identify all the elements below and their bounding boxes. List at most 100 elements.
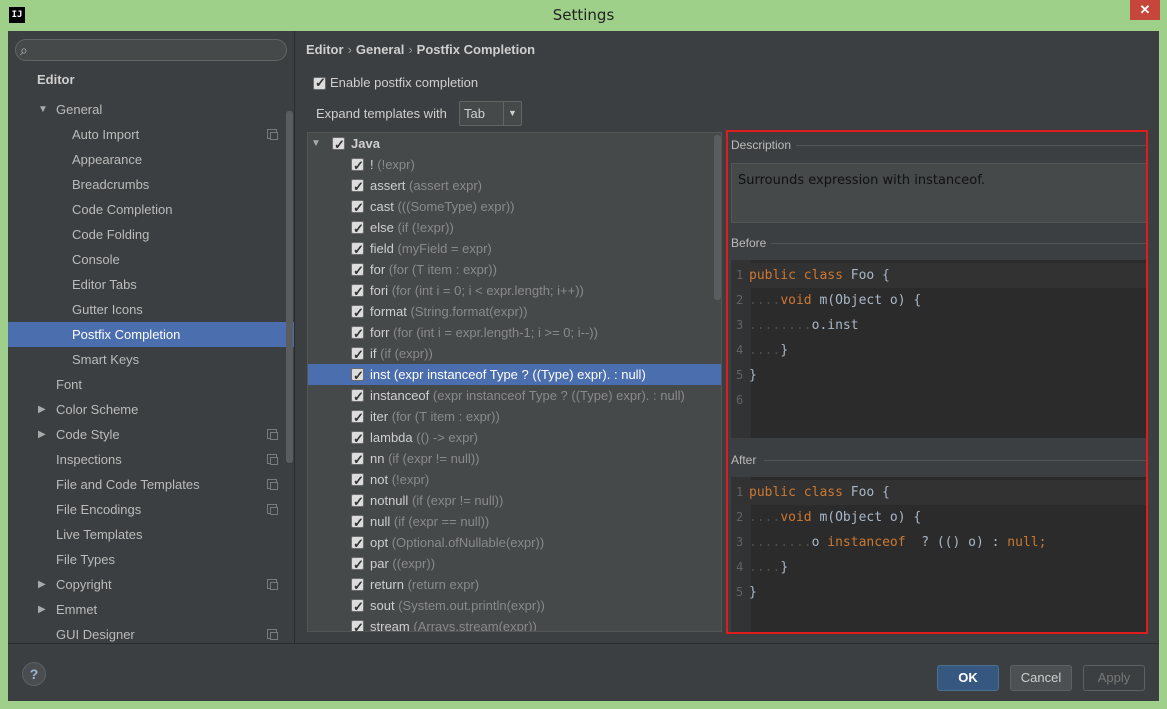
expand-key-select[interactable]: Tab ▼ [459, 101, 522, 126]
template-checkbox[interactable] [351, 281, 364, 302]
template-row[interactable]: fori (for (int i = 0; i < expr.length; i… [308, 280, 721, 302]
template-checkbox[interactable] [351, 386, 364, 407]
description-title: Description [731, 138, 792, 152]
chevron-right-icon[interactable]: ▶ [38, 597, 46, 622]
template-row[interactable]: assert (assert expr) [308, 175, 721, 197]
sidebar-item[interactable]: Auto Import [8, 122, 294, 147]
sidebar-item[interactable]: File Types [8, 547, 294, 572]
template-row[interactable]: notnull (if (expr != null)) [308, 490, 721, 512]
code-keyword: void [780, 293, 820, 308]
template-row[interactable]: iter (for (T item : expr)) [308, 406, 721, 428]
ok-button[interactable]: OK [937, 665, 999, 691]
sidebar-item[interactable]: Inspections [8, 447, 294, 472]
template-checkbox[interactable] [351, 260, 364, 281]
template-row[interactable]: else (if (!expr)) [308, 217, 721, 239]
template-row[interactable]: return (return expr) [308, 574, 721, 596]
sidebar-item[interactable]: ▶ Code Style [8, 422, 294, 447]
sidebar-item-label: Auto Import [72, 127, 140, 142]
sidebar-item[interactable]: ▶ Color Scheme [8, 397, 294, 422]
template-row[interactable]: cast (((SomeType) expr)) [308, 196, 721, 218]
chevron-down-icon[interactable]: ▼ [503, 102, 521, 125]
help-button[interactable]: ? [22, 662, 46, 686]
template-row[interactable]: format (String.format(expr)) [308, 301, 721, 323]
template-checkbox[interactable] [351, 197, 364, 218]
template-row[interactable]: inst (expr instanceof Type ? ((Type) exp… [308, 364, 721, 386]
cancel-button[interactable]: Cancel [1010, 665, 1072, 691]
code-keyword: void [780, 510, 820, 525]
sidebar-item[interactable]: File Encodings [8, 497, 294, 522]
sidebar-item[interactable]: Live Templates [8, 522, 294, 547]
code-text: ....} [749, 338, 788, 363]
sidebar-item[interactable]: Gutter Icons [8, 297, 294, 322]
sidebar-item[interactable]: Smart Keys [8, 347, 294, 372]
sidebar-item[interactable]: ▼ General [8, 97, 294, 122]
template-row[interactable]: null (if (expr == null)) [308, 511, 721, 533]
template-row[interactable]: sout (System.out.println(expr)) [308, 595, 721, 617]
template-checkbox[interactable] [351, 218, 364, 239]
template-checkbox[interactable] [351, 617, 364, 631]
sidebar-item[interactable]: Postfix Completion [8, 322, 294, 347]
template-checkbox[interactable] [351, 596, 364, 617]
sidebar-item[interactable]: Code Completion [8, 197, 294, 222]
template-row[interactable]: if (if (expr)) [308, 343, 721, 365]
template-checkbox[interactable] [351, 176, 364, 197]
template-checkbox[interactable] [351, 407, 364, 428]
sidebar-item[interactable]: GUI Designer [8, 622, 294, 643]
sidebar-item[interactable]: Appearance [8, 147, 294, 172]
sidebar-item[interactable]: ▶ Emmet [8, 597, 294, 622]
template-row[interactable]: lambda (() -> expr) [308, 427, 721, 449]
template-row[interactable]: nn (if (expr != null)) [308, 448, 721, 470]
search-input[interactable] [38, 42, 278, 58]
template-checkbox[interactable] [351, 155, 364, 176]
template-row[interactable]: par ((expr)) [308, 553, 721, 575]
template-row[interactable]: instanceof (expr instanceof Type ? ((Typ… [308, 385, 721, 407]
sidebar-item[interactable]: Font [8, 372, 294, 397]
template-checkbox[interactable] [351, 302, 364, 323]
chevron-down-icon[interactable]: ▼ [38, 97, 48, 122]
chevron-right-icon[interactable]: ▶ [38, 422, 46, 447]
template-checkbox[interactable] [351, 239, 364, 260]
apply-button[interactable]: Apply [1083, 665, 1145, 691]
chevron-right-icon[interactable]: ▶ [38, 572, 46, 597]
chevron-right-icon[interactable]: ▶ [38, 397, 46, 422]
template-row[interactable]: not (!expr) [308, 469, 721, 491]
template-row[interactable]: forr (for (int i = expr.length-1; i >= 0… [308, 322, 721, 344]
template-checkbox[interactable] [351, 470, 364, 491]
group-checkbox[interactable] [332, 134, 345, 155]
template-checkbox[interactable] [351, 512, 364, 533]
template-hint: (for (int i = 0; i < expr.length; i++)) [391, 283, 584, 298]
search-field[interactable]: ⌕ [15, 39, 287, 61]
template-list-scrollbar[interactable] [714, 135, 721, 300]
enable-postfix-checkbox[interactable] [313, 74, 326, 92]
template-row[interactable]: opt (Optional.ofNullable(expr)) [308, 532, 721, 554]
template-checkbox[interactable] [351, 428, 364, 449]
sidebar-item[interactable]: Editor Tabs [8, 272, 294, 297]
sidebar-item[interactable]: ▶ Copyright [8, 572, 294, 597]
sidebar-item[interactable]: Console [8, 247, 294, 272]
template-checkbox[interactable] [351, 491, 364, 512]
template-row[interactable]: for (for (T item : expr)) [308, 259, 721, 281]
template-row[interactable]: field (myField = expr) [308, 238, 721, 260]
expand-arrow-icon[interactable]: ▼ [311, 133, 321, 154]
template-checkbox[interactable] [351, 449, 364, 470]
code-line: 1 public class Foo { [731, 263, 1146, 288]
sidebar-item[interactable]: Code Folding [8, 222, 294, 247]
template-hint: (System.out.println(expr)) [398, 598, 545, 613]
template-checkbox[interactable] [351, 365, 364, 386]
template-group-java[interactable]: ▼ Java [308, 133, 721, 155]
template-checkbox[interactable] [351, 533, 364, 554]
code-line: 5} [731, 580, 1146, 605]
template-row[interactable]: ! (!expr) [308, 154, 721, 176]
enable-postfix-row[interactable]: Enable postfix completion [313, 74, 478, 92]
template-checkbox[interactable] [351, 554, 364, 575]
sidebar-item[interactable]: Breadcrumbs [8, 172, 294, 197]
sidebar-section-editor[interactable]: Editor [37, 71, 75, 89]
template-key-text: field [370, 241, 394, 256]
close-button[interactable]: ✕ [1130, 0, 1160, 20]
template-row[interactable]: stream (Arrays.stream(expr)) [308, 616, 721, 631]
template-checkbox[interactable] [351, 323, 364, 344]
sidebar-item[interactable]: File and Code Templates [8, 472, 294, 497]
sidebar-scrollbar[interactable] [286, 111, 293, 463]
template-checkbox[interactable] [351, 575, 364, 596]
template-checkbox[interactable] [351, 344, 364, 365]
